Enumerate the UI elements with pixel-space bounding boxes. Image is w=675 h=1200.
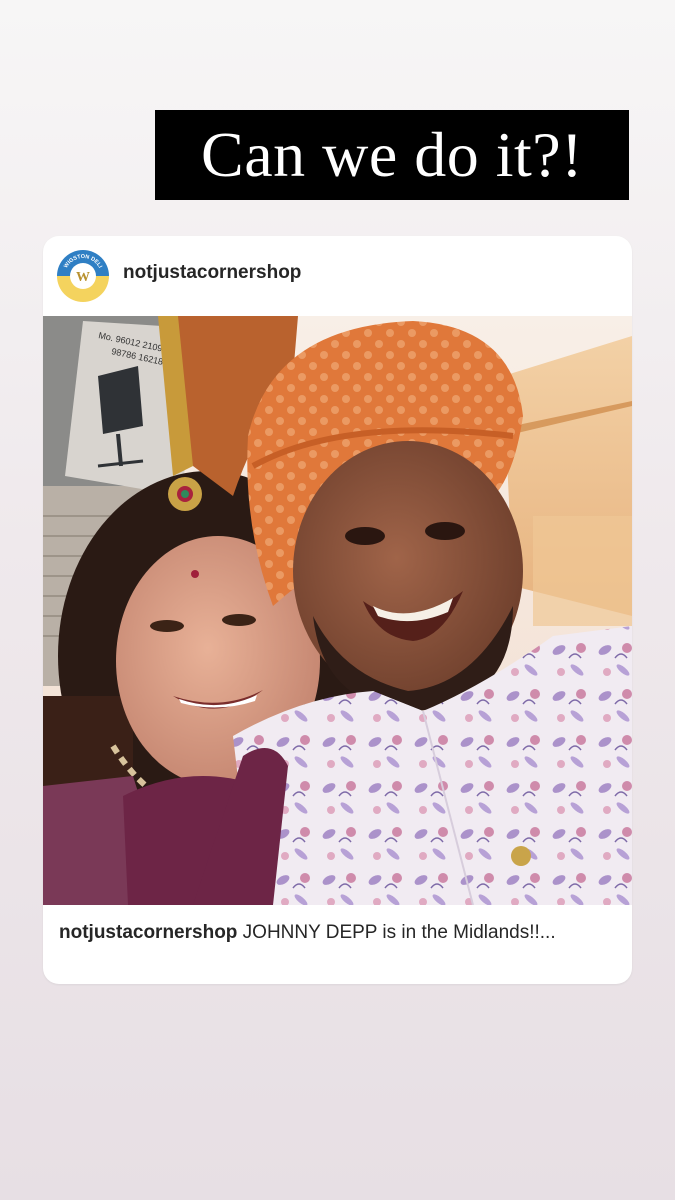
post-username[interactable]: notjustacornershop: [123, 262, 301, 284]
avatar-letter: W: [76, 270, 90, 285]
wigston-deli-logo-icon: WIGSTON DELI W: [57, 250, 109, 302]
caption-username[interactable]: notjustacornershop: [59, 922, 237, 943]
selfie-photo: Mo. 96012 21099 98786 16218: [43, 316, 632, 905]
post-header[interactable]: WIGSTON DELI W notjustacornershop: [43, 236, 632, 316]
profile-avatar[interactable]: WIGSTON DELI W: [57, 250, 109, 302]
post-caption: notjustacornershop JOHNNY DEPP is in the…: [59, 920, 604, 946]
story-text-banner: Can we do it?!: [155, 110, 629, 200]
story-text: Can we do it?!: [201, 119, 583, 190]
post-photo[interactable]: Mo. 96012 21099 98786 16218: [43, 316, 632, 905]
caption-text: JOHNNY DEPP is in the Midlands!!...: [237, 922, 556, 943]
shared-post-card[interactable]: WIGSTON DELI W notjustacornershop Mo. 96…: [43, 236, 632, 984]
